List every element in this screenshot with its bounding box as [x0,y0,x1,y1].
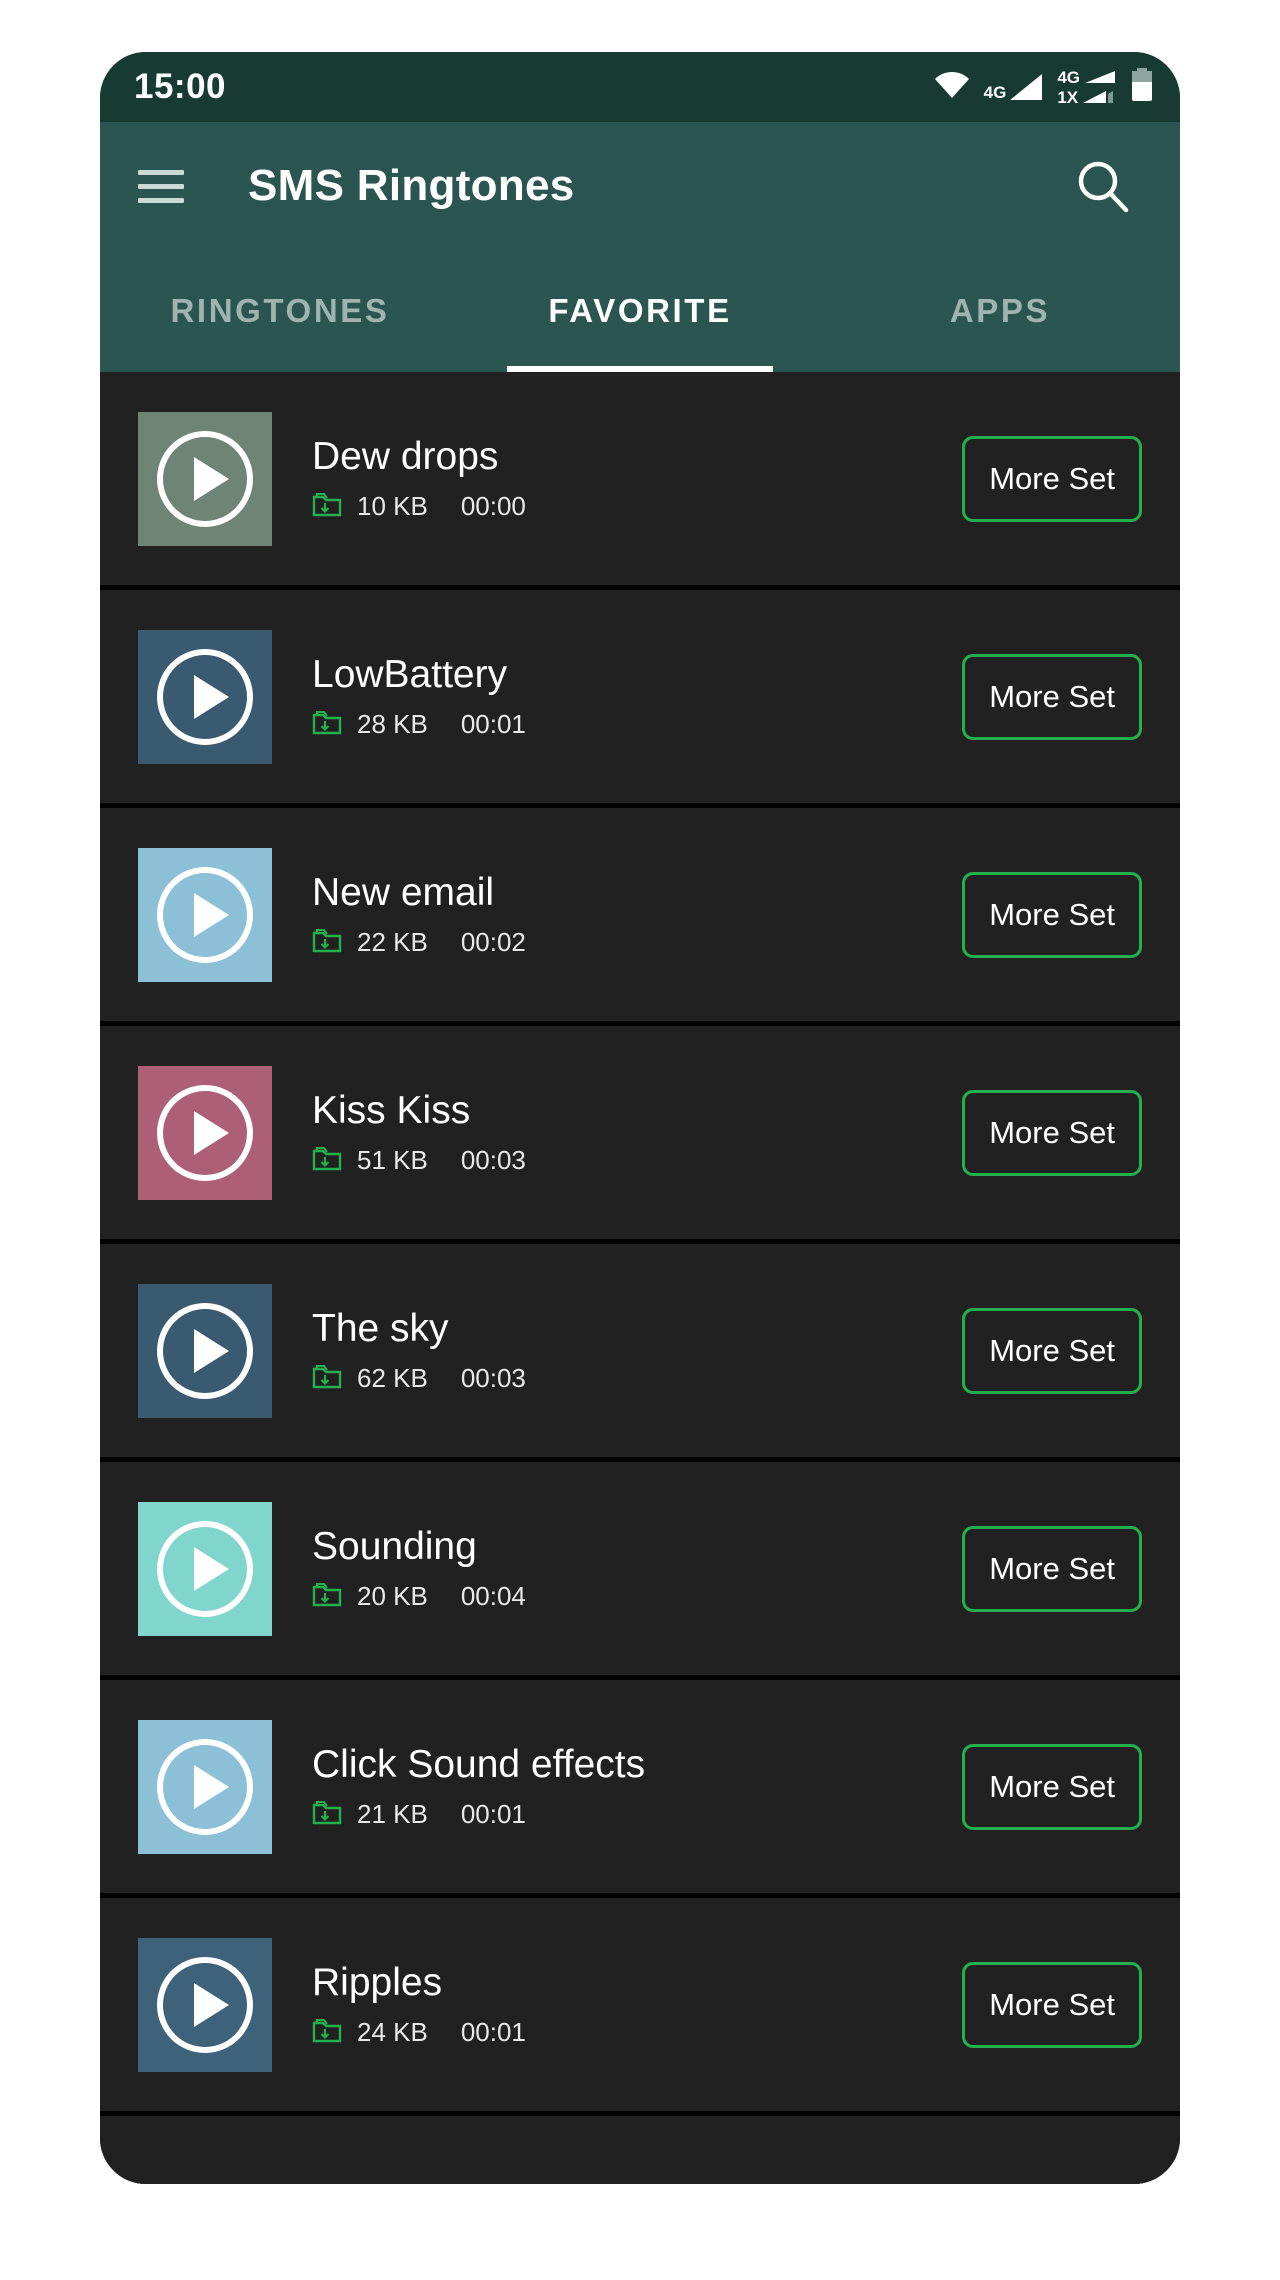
ringtone-info: Kiss Kiss 51 KB 00:03 [312,1089,962,1176]
ringtone-title: Sounding [312,1525,477,1569]
page-title: SMS Ringtones [248,161,575,210]
more-set-button[interactable]: More Set [962,871,1142,958]
ringtone-duration: 00:03 [460,1362,526,1393]
ringtone-duration: 00:04 [460,1580,526,1611]
ringtone-size: 10 KB [357,490,428,521]
more-set-button[interactable]: More Set [962,1961,1142,2048]
play-circle-icon[interactable] [138,1501,272,1636]
ringtone-list: Dew drops 10 KB 00:00 More Set LowBattery 28 … [100,372,1180,2184]
signal-4g-label: 4G [983,83,1007,102]
ringtone-info: Click Sound effects 21 KB 00:01 [312,1743,962,1830]
hamburger-menu-icon[interactable] [138,157,196,215]
ringtone-size: 22 KB [357,926,428,957]
ringtone-size: 62 KB [357,1362,428,1393]
play-circle-icon[interactable] [138,629,272,764]
tab-apps-label: APPS [949,292,1051,329]
tab-favorite-label: FAVORITE [548,292,732,329]
table-row[interactable]: Sounding 20 KB 00:04 More Set [100,1462,1180,1680]
more-set-button[interactable]: More Set [962,1743,1142,1830]
battery-icon [1130,67,1154,107]
status-bar-clock: 15:00 [134,67,227,106]
ringtone-meta: 10 KB 00:00 [312,491,962,522]
ringtone-meta: 20 KB 00:04 [312,1581,962,1612]
table-row[interactable]: LowBattery 28 KB 00:01 More Set [100,590,1180,808]
more-set-button[interactable]: More Set [962,653,1142,740]
ringtone-size: 21 KB [357,1798,428,1829]
ringtone-info: LowBattery 28 KB 00:01 [312,653,962,740]
ringtone-info: Ripples 24 KB 00:01 [312,1961,962,2048]
more-set-button[interactable]: More Set [962,1525,1142,1612]
ringtone-title: Ripples [312,1961,443,2005]
tab-ringtones-label: RINGTONES [170,292,390,329]
download-folder-icon [312,1363,342,1394]
phone-frame: 15:00 4G 4G 1X SMS Ringtones RINGTONES F… [100,52,1180,2184]
signal-1x-bottom-label: 1X [1057,87,1079,107]
table-row[interactable] [100,2116,1180,2184]
search-icon[interactable] [1070,153,1136,219]
ringtone-title: LowBattery [312,653,508,697]
table-row[interactable]: The sky 62 KB 00:03 More Set [100,1244,1180,1462]
table-row[interactable]: Click Sound effects 21 KB 00:01 More Set [100,1680,1180,1898]
download-folder-icon [312,491,342,522]
ringtone-info: Sounding 20 KB 00:04 [312,1525,962,1612]
download-folder-icon [312,927,342,958]
ringtone-size: 51 KB [357,1144,428,1175]
ringtone-meta: 28 KB 00:01 [312,709,962,740]
ringtone-duration: 00:00 [460,490,526,521]
ringtone-size: 20 KB [357,1580,428,1611]
status-bar: 15:00 4G 4G 1X [100,52,1180,122]
download-folder-icon [312,1799,342,1830]
ringtone-duration: 00:02 [460,926,526,957]
ringtone-title: New email [312,871,495,915]
play-circle-icon[interactable] [138,411,272,546]
table-row[interactable]: Ripples 24 KB 00:01 More Set [100,1898,1180,2116]
ringtone-meta: 21 KB 00:01 [312,1799,962,1830]
download-folder-icon [312,2017,342,2048]
ringtone-duration: 00:03 [460,1144,526,1175]
ringtone-title: The sky [312,1307,449,1351]
ringtone-size: 24 KB [357,2016,428,2047]
signal-4g-top-label: 4G [1057,67,1080,87]
ringtone-title: Click Sound effects [312,1743,646,1787]
play-circle-icon[interactable] [138,1719,272,1854]
ringtone-duration: 00:01 [460,708,526,739]
ringtone-meta: 24 KB 00:01 [312,2017,962,2048]
play-circle-icon[interactable] [138,1065,272,1200]
more-set-button[interactable]: More Set [962,1307,1142,1394]
signal-4g-1x-icon: 4G 1X [1057,69,1116,106]
signal-dual-labels: 4G 1X [1057,69,1116,106]
tab-apps[interactable]: APPS [820,250,1180,372]
play-circle-icon[interactable] [138,847,272,982]
ringtone-duration: 00:01 [460,2016,526,2047]
table-row[interactable]: Dew drops 10 KB 00:00 More Set [100,372,1180,590]
more-set-button[interactable]: More Set [962,435,1142,522]
signal-4g-icon: 4G [984,73,1044,101]
ringtone-meta: 62 KB 00:03 [312,1363,962,1394]
more-set-button[interactable]: More Set [962,1089,1142,1176]
tab-ringtones[interactable]: RINGTONES [100,250,460,372]
download-folder-icon [312,709,342,740]
ringtone-info: Dew drops 10 KB 00:00 [312,435,962,522]
ringtone-info: The sky 62 KB 00:03 [312,1307,962,1394]
ringtone-info: New email 22 KB 00:02 [312,871,962,958]
ringtone-meta: 22 KB 00:02 [312,927,962,958]
wifi-icon [934,71,970,104]
tab-bar: RINGTONES FAVORITE APPS [100,250,1180,372]
ringtone-size: 28 KB [357,708,428,739]
tab-favorite[interactable]: FAVORITE [460,250,820,372]
ringtone-duration: 00:01 [460,1798,526,1829]
ringtone-title: Dew drops [312,435,499,479]
table-row[interactable]: Kiss Kiss 51 KB 00:03 More Set [100,1026,1180,1244]
download-folder-icon [312,1581,342,1612]
play-circle-icon[interactable] [138,1283,272,1418]
download-folder-icon [312,1145,342,1176]
app-bar: SMS Ringtones [100,122,1180,250]
status-bar-icons: 4G 4G 1X [934,67,1154,107]
ringtone-title: Kiss Kiss [312,1089,471,1133]
ringtone-meta: 51 KB 00:03 [312,1145,962,1176]
play-circle-icon[interactable] [138,1937,272,2072]
table-row[interactable]: New email 22 KB 00:02 More Set [100,808,1180,1026]
